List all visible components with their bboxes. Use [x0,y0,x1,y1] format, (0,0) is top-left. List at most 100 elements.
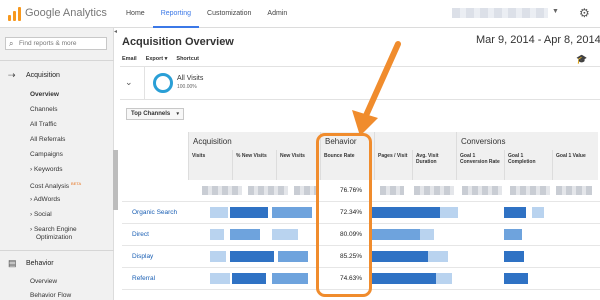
sidebar-item-seo[interactable]: › Search Engine [30,226,77,233]
blurred-bar [370,273,436,284]
segment-percentage: 100.00% [177,84,197,90]
nav-customization[interactable]: Customization [199,0,259,28]
divider [144,67,145,99]
sidebar-item-adwords[interactable]: › AdWords [30,196,60,203]
sidebar-item-behavior-flow[interactable]: Behavior Flow [30,292,71,299]
sidebar-item-label: Cost Analysis [30,183,70,191]
date-range-picker[interactable]: Mar 9, 2014 - Apr 8, 2014 ▾ [476,33,600,46]
nav-admin[interactable]: Admin [259,0,295,28]
sidebar-section-behavior[interactable]: Behavior [26,260,54,267]
gear-icon[interactable]: ⚙ [579,6,590,20]
sidebar-item-campaigns[interactable]: Campaigns [30,151,63,158]
blurred-value [248,186,288,195]
sidebar-item-all-traffic[interactable]: All Traffic [30,121,57,128]
brand-name: Google Analytics [25,7,107,19]
bounce-rate-highlight-box [316,133,372,297]
blurred-value [462,186,502,195]
col-goal-completion[interactable]: Goal 1 Completion [504,150,552,180]
blurred-bar [370,207,440,218]
sidebar: ⌕ Find reports & more ⇢ Acquisition Over… [0,28,114,300]
sidebar-item-cost-analysis[interactable]: Cost Analysis BETA [30,181,81,190]
blurred-bar [210,273,230,284]
blurred-bar [232,273,266,284]
col-goal-value[interactable]: Goal 1 Value [552,150,598,180]
chevron-down-icon[interactable]: ▼ [552,8,559,15]
blurred-bar [230,251,274,262]
sidebar-item-social[interactable]: › Social [30,211,52,218]
chevron-down-icon: ▾ [176,111,179,117]
acquisition-icon: ⇢ [8,70,16,80]
sidebar-item-all-referrals[interactable]: All Referrals [30,136,65,143]
top-bar: Google Analytics Home Reporting Customiz… [0,0,600,28]
blurred-bar [210,251,226,262]
shortcut-button[interactable]: Shortcut [176,56,199,62]
blurred-bar [532,207,544,218]
graduation-cap-icon[interactable]: 🎓 [576,54,587,65]
sidebar-scrollbar[interactable] [113,150,118,210]
blurred-bar [272,207,312,218]
blurred-bar [504,251,524,262]
blurred-value [556,186,592,195]
blurred-bar [504,273,528,284]
blurred-bar [210,207,228,218]
report-toolbar: Email Export ▾ Shortcut [122,56,199,62]
col-visits[interactable]: Visits [188,150,232,180]
analytics-logo-icon [8,7,22,21]
blurred-bar [420,229,434,240]
blurred-value [202,186,242,195]
blurred-bar [272,273,308,284]
blurred-bar [436,273,452,284]
blurred-value [510,186,550,195]
sidebar-item-keywords[interactable]: › Keywords [30,166,63,173]
blurred-bar [370,251,428,262]
page-title: Acquisition Overview [122,36,234,48]
export-label: Export [145,56,164,62]
blurred-bar [272,229,298,240]
date-range-label: Mar 9, 2014 - Apr 8, 2014 [476,34,600,46]
nav-home[interactable]: Home [118,0,153,28]
export-button[interactable]: Export ▾ [146,56,168,62]
search-placeholder: Find reports & more [19,40,77,47]
account-selector[interactable] [452,8,548,18]
channel-link-direct[interactable]: Direct [132,231,149,238]
col-new-visits[interactable]: New Visits [276,150,320,180]
blurred-bar [440,207,458,218]
blurred-value [380,186,404,195]
channel-link-display[interactable]: Display [132,253,153,260]
chevron-down-icon[interactable]: ⌄ [125,77,133,88]
arrow-annotation-icon [352,41,401,136]
blurred-bar [370,229,420,240]
blurred-bar [504,229,522,240]
behavior-icon: ▤ [8,258,17,268]
channel-link-referral[interactable]: Referral [132,275,155,282]
blurred-bar [504,207,526,218]
search-icon: ⌕ [9,39,14,48]
blurred-bar [210,229,224,240]
divider [0,250,114,251]
analytics-logo[interactable]: Google Analytics [8,6,112,22]
segment-name[interactable]: All Visits [177,75,203,82]
group-conversions: Conversions [456,132,598,150]
nav-reporting[interactable]: Reporting [152,0,200,28]
dropdown-label: Top Channels [131,111,171,117]
blurred-value [294,186,316,195]
blurred-bar [428,251,448,262]
top-nav: Home Reporting Customization Admin [118,0,295,28]
col-pages-per-visit[interactable]: Pages / Visit [374,150,412,180]
col-new-visits-pct[interactable]: % New Visits [232,150,276,180]
group-acquisition: Acquisition [188,132,320,150]
search-input[interactable]: ⌕ Find reports & more [5,37,107,50]
sidebar-item-seo-cont[interactable]: Optimization [36,234,72,241]
col-avg-duration[interactable]: Avg. Visit Duration [412,150,456,180]
blurred-bar [230,229,260,240]
channel-link-organic-search[interactable]: Organic Search [132,209,177,216]
email-button[interactable]: Email [122,56,137,62]
col-goal-conversion[interactable]: Goal 1 Conversion Rate [456,150,504,180]
top-channels-dropdown[interactable]: Top Channels ▾ [126,108,184,120]
sidebar-item-channels[interactable]: Channels [30,106,57,113]
sidebar-section-acquisition[interactable]: Acquisition [26,72,60,79]
sidebar-item-behavior-overview[interactable]: Overview [30,278,57,285]
divider [0,60,114,61]
blurred-value [414,186,454,195]
sidebar-item-overview[interactable]: Overview [30,91,59,98]
